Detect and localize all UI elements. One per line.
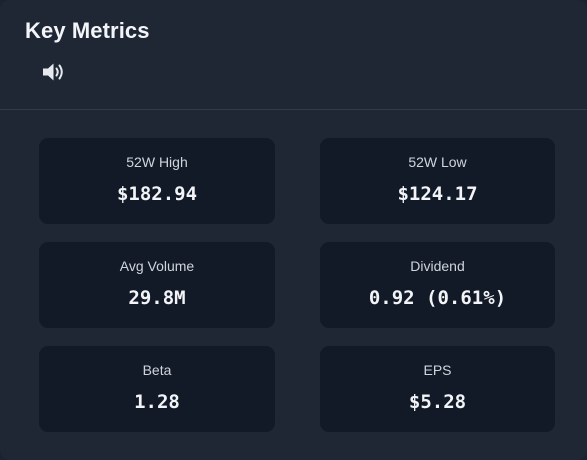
metric-card-avg-volume: Avg Volume 29.8M	[39, 242, 275, 328]
metric-card-dividend: Dividend 0.92 (0.61%)	[320, 242, 555, 328]
metric-value: $124.17	[397, 183, 478, 205]
metric-label: EPS	[423, 362, 452, 378]
metric-card-eps: EPS $5.28	[320, 346, 555, 432]
metric-card-52w-low: 52W Low $124.17	[320, 138, 555, 224]
metric-value: 29.8M	[128, 287, 186, 309]
metric-label: Dividend	[410, 258, 465, 274]
metric-value: 0.92 (0.61%)	[368, 287, 507, 309]
metric-value: $182.94	[116, 183, 198, 205]
metrics-grid: 52W High $182.94 52W Low $124.17 Avg Vol…	[39, 138, 555, 432]
panel-header: Key Metrics	[0, 0, 587, 110]
metric-label: 52W Low	[408, 154, 467, 170]
metric-label: Beta	[142, 362, 172, 378]
speaker-volume-icon[interactable]	[41, 61, 67, 83]
panel-title: Key Metrics	[25, 18, 150, 43]
metric-label: 52W High	[126, 154, 188, 170]
key-metrics-panel: Key Metrics 52W High $182.94 52W Low $12…	[0, 0, 587, 460]
metric-label: Avg Volume	[119, 258, 195, 274]
metric-card-beta: Beta 1.28	[39, 346, 275, 432]
metric-value: $5.28	[408, 391, 467, 413]
metric-value: 1.28	[134, 391, 180, 413]
metric-card-52w-high: 52W High $182.94	[39, 138, 275, 224]
